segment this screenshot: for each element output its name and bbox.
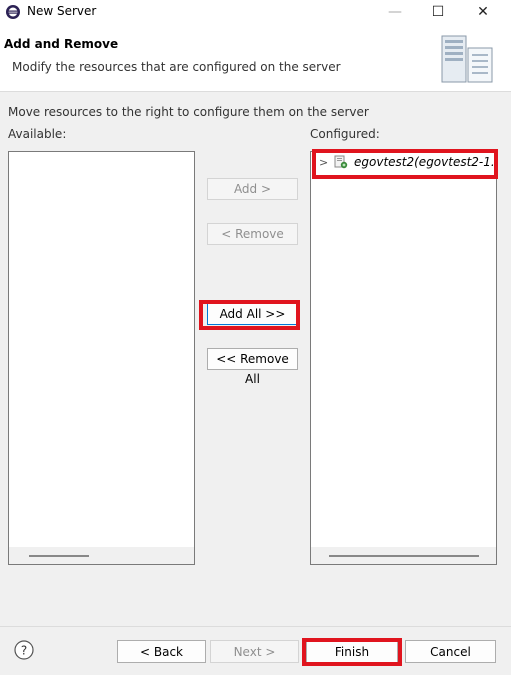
minimize-button[interactable]: —	[372, 0, 418, 26]
add-button[interactable]: Add >	[207, 178, 298, 200]
highlight-add-all	[199, 300, 300, 330]
eclipse-icon	[6, 5, 20, 19]
page-description: Modify the resources that are configured…	[12, 60, 341, 74]
available-label: Available:	[8, 127, 67, 141]
highlight-finish	[302, 638, 402, 666]
window-title: New Server	[27, 4, 97, 18]
available-hscrollbar[interactable]	[9, 547, 194, 564]
instruction-text: Move resources to the right to configure…	[8, 105, 369, 119]
server-icon	[441, 35, 493, 83]
configured-list[interactable]: > egovtest2(egovtest2-1.0.0	[310, 151, 497, 565]
title-bar: New Server — ☐ ✕	[0, 0, 511, 26]
help-icon[interactable]: ?	[14, 640, 34, 660]
close-button[interactable]: ✕	[460, 0, 506, 26]
available-list[interactable]	[8, 151, 195, 565]
highlight-configured-item	[312, 149, 498, 179]
page-title: Add and Remove	[4, 37, 119, 51]
configured-scroll-thumb[interactable]	[329, 555, 479, 557]
footer-divider	[0, 626, 511, 627]
configured-hscrollbar[interactable]	[311, 547, 496, 564]
available-scroll-thumb[interactable]	[29, 555, 89, 557]
back-button[interactable]: < Back	[117, 640, 206, 663]
remove-button[interactable]: < Remove	[207, 223, 298, 245]
remove-all-button[interactable]: << Remove All	[207, 348, 298, 386]
cancel-button[interactable]: Cancel	[405, 640, 496, 663]
help-glyph: ?	[21, 644, 27, 658]
wizard-header: Add and Remove Modify the resources that…	[0, 26, 511, 92]
next-button[interactable]: Next >	[210, 640, 299, 663]
configured-label: Configured:	[310, 127, 380, 141]
maximize-button[interactable]: ☐	[415, 0, 461, 26]
